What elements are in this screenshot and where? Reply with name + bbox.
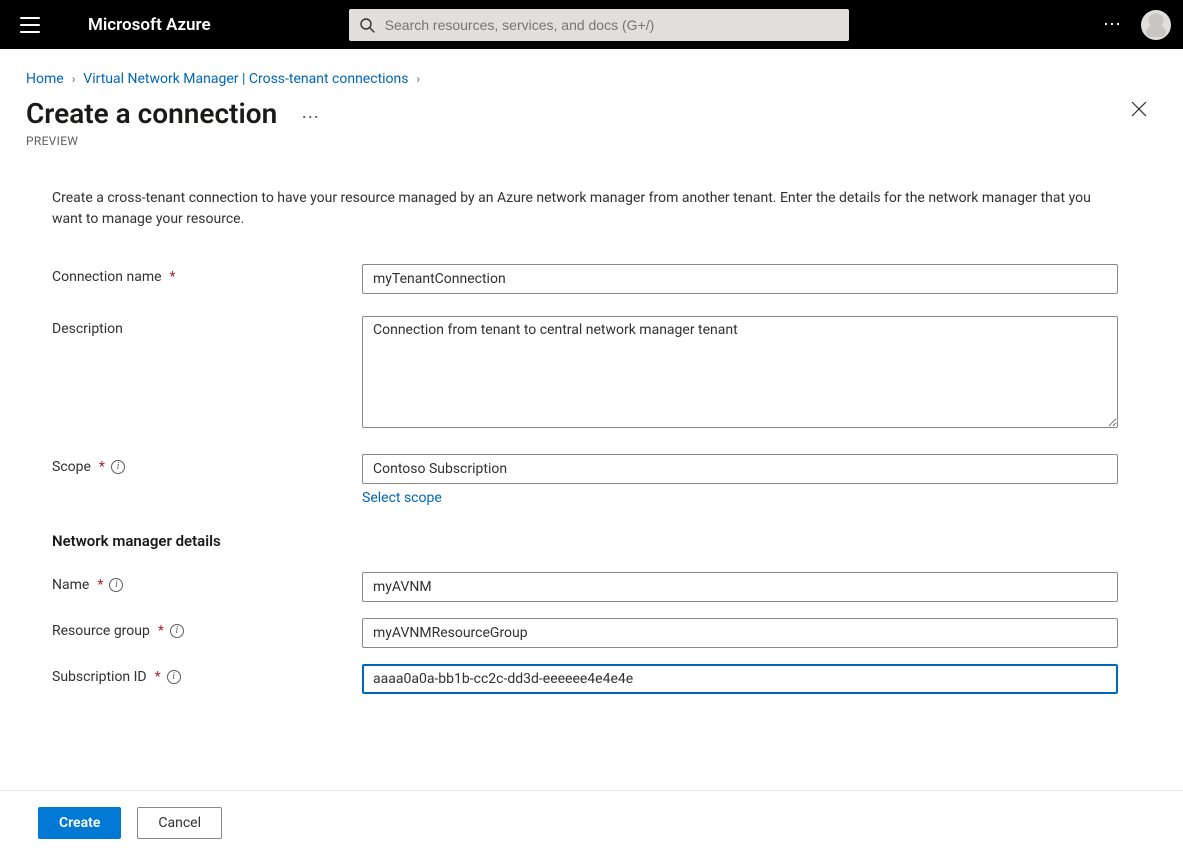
search-icon	[359, 17, 375, 33]
info-icon[interactable]: i	[109, 578, 123, 592]
info-icon[interactable]: i	[170, 624, 184, 638]
subscription-id-input[interactable]	[362, 664, 1118, 694]
label-resource-group: Resource group* i	[52, 618, 362, 639]
label-scope: Scope* i	[52, 454, 362, 475]
brand-label: Microsoft Azure	[88, 15, 211, 35]
resource-group-input[interactable]	[362, 618, 1118, 648]
description-textarea[interactable]	[362, 316, 1118, 428]
close-button[interactable]	[1131, 101, 1147, 121]
hamburger-menu-icon[interactable]	[20, 13, 44, 37]
global-search[interactable]	[349, 9, 849, 41]
title-more-icon[interactable]: ⋯	[301, 107, 321, 128]
close-icon	[1131, 101, 1147, 117]
row-subscription-id: Subscription ID* i	[52, 664, 1131, 694]
chevron-right-icon: ›	[72, 72, 76, 86]
search-input[interactable]	[383, 16, 839, 34]
label-subscription-id: Subscription ID* i	[52, 664, 362, 685]
cancel-button[interactable]: Cancel	[137, 807, 222, 839]
breadcrumb-vnm[interactable]: Virtual Network Manager | Cross-tenant c…	[83, 71, 408, 87]
form-content: Create a cross-tenant connection to have…	[0, 148, 1183, 694]
more-menu-icon[interactable]: ⋯	[1103, 14, 1123, 35]
label-connection-name: Connection name*	[52, 264, 362, 285]
user-avatar[interactable]	[1141, 10, 1171, 40]
select-scope-link[interactable]: Select scope	[362, 490, 442, 506]
scope-display[interactable]	[362, 454, 1118, 484]
label-description: Description	[52, 316, 362, 337]
breadcrumb-home[interactable]: Home	[26, 71, 64, 87]
section-network-manager-details: Network manager details	[52, 532, 1131, 550]
row-resource-group: Resource group* i	[52, 618, 1131, 648]
title-bar: Create a connection ⋯	[0, 87, 1183, 130]
info-icon[interactable]: i	[111, 460, 125, 474]
top-bar: Microsoft Azure ⋯	[0, 0, 1183, 49]
chevron-right-icon: ›	[417, 72, 421, 86]
breadcrumb: Home › Virtual Network Manager | Cross-t…	[0, 49, 1183, 87]
nm-name-input[interactable]	[362, 572, 1118, 602]
intro-text: Create a cross-tenant connection to have…	[52, 188, 1112, 230]
connection-name-input[interactable]	[362, 264, 1118, 294]
row-connection-name: Connection name*	[52, 264, 1131, 294]
footer-actions: Create Cancel	[0, 790, 1183, 854]
row-description: Description	[52, 316, 1131, 432]
page-title: Create a connection	[26, 97, 277, 130]
row-nm-name: Name* i	[52, 572, 1131, 602]
row-scope: Scope* i Select scope	[52, 454, 1131, 506]
preview-badge: PREVIEW	[0, 130, 1183, 148]
label-nm-name: Name* i	[52, 572, 362, 593]
info-icon[interactable]: i	[167, 670, 181, 684]
create-button[interactable]: Create	[38, 807, 121, 839]
